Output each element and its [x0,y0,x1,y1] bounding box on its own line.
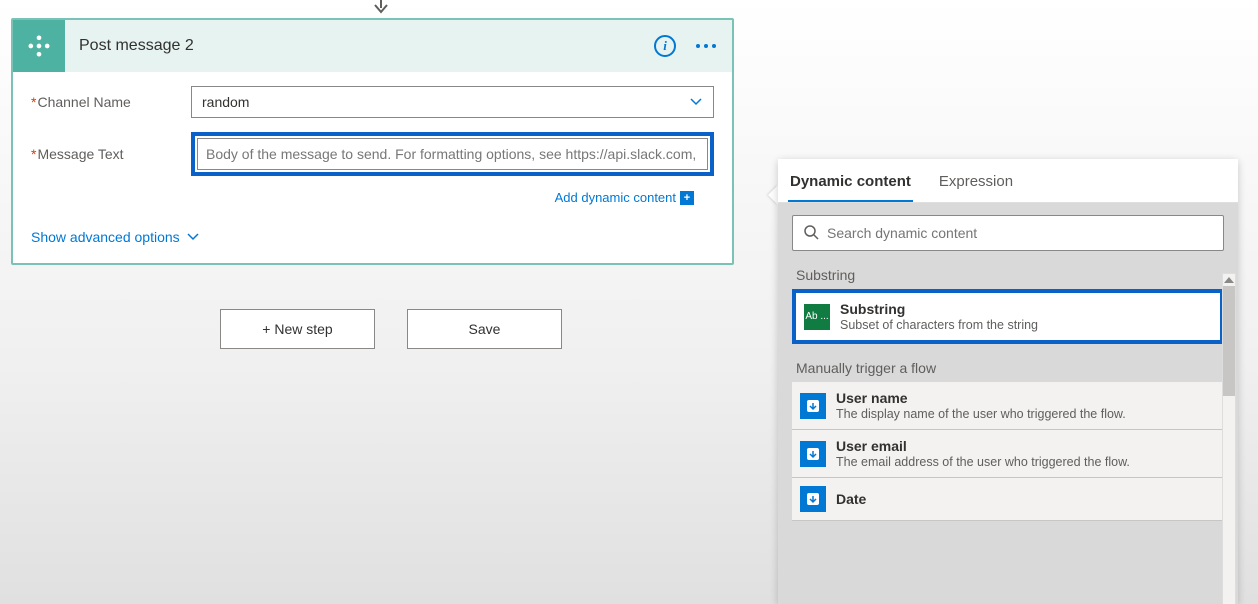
dc-item-user-name[interactable]: User name The display name of the user w… [792,382,1224,430]
menu-dots-icon[interactable] [692,40,720,52]
substring-icon: Ab ... [804,304,830,330]
scrollbar[interactable] [1222,273,1236,604]
save-button[interactable]: Save [407,309,562,349]
dc-item-title: Date [836,491,866,507]
scroll-thumb[interactable] [1223,286,1235,396]
trigger-icon [800,441,826,467]
scroll-up-icon [1224,277,1234,283]
dc-item-desc: Subset of characters from the string [840,318,1038,332]
channel-select[interactable]: random [191,86,714,118]
card-title: Post message 2 [65,37,654,55]
message-input-wrap [191,132,714,176]
dc-item-title: User name [836,390,1126,406]
message-label: *Message Text [31,146,191,162]
info-icon[interactable]: i [654,35,676,57]
add-dynamic-content-link[interactable]: Add dynamic content + [31,190,694,205]
dc-section-substring: Substring Ab ... Substring Subset of cha… [792,267,1224,344]
flow-action-card: Post message 2 i *Channel Name random *M… [11,18,734,265]
message-input[interactable] [197,138,708,170]
new-step-button[interactable]: + New step [220,309,375,349]
trigger-icon [800,393,826,419]
card-header[interactable]: Post message 2 i [13,20,732,72]
dynamic-content-panel: Dynamic content Expression Substring Ab … [778,159,1238,604]
dc-section-title: Manually trigger a flow [792,360,1224,376]
action-buttons: + New step Save [220,309,562,349]
dc-section-manual: Manually trigger a flow User name The di… [792,360,1224,521]
tab-expression[interactable]: Expression [937,167,1015,203]
dc-item-desc: The display name of the user who trigger… [836,407,1126,421]
plus-icon: + [680,191,694,205]
dc-item-substring[interactable]: Ab ... Substring Subset of characters fr… [792,289,1224,344]
arrow-down-icon [370,0,392,17]
card-body: *Channel Name random *Message Text Add d… [13,72,732,263]
slack-icon [13,20,65,72]
channel-label: *Channel Name [31,94,191,110]
search-box [792,215,1224,251]
search-input[interactable] [827,225,1213,241]
message-field-row: *Message Text [31,132,714,176]
tab-dynamic-content[interactable]: Dynamic content [788,167,913,203]
dc-body: Substring Ab ... Substring Subset of cha… [778,203,1238,604]
dc-item-title: User email [836,438,1130,454]
chevron-down-icon [186,229,200,245]
chevron-down-icon [689,94,703,110]
channel-field-row: *Channel Name random [31,86,714,118]
panel-tail-icon [768,185,778,205]
dc-item-desc: The email address of the user who trigge… [836,455,1130,469]
channel-value: random [202,94,249,110]
search-icon [803,224,819,243]
show-advanced-options[interactable]: Show advanced options [31,229,714,245]
dc-tabs: Dynamic content Expression [778,159,1238,203]
dc-item-user-email[interactable]: User email The email address of the user… [792,430,1224,478]
dc-section-title: Substring [792,267,1224,283]
trigger-icon [800,486,826,512]
dc-item-date[interactable]: Date [792,478,1224,521]
dc-item-title: Substring [840,301,1038,317]
